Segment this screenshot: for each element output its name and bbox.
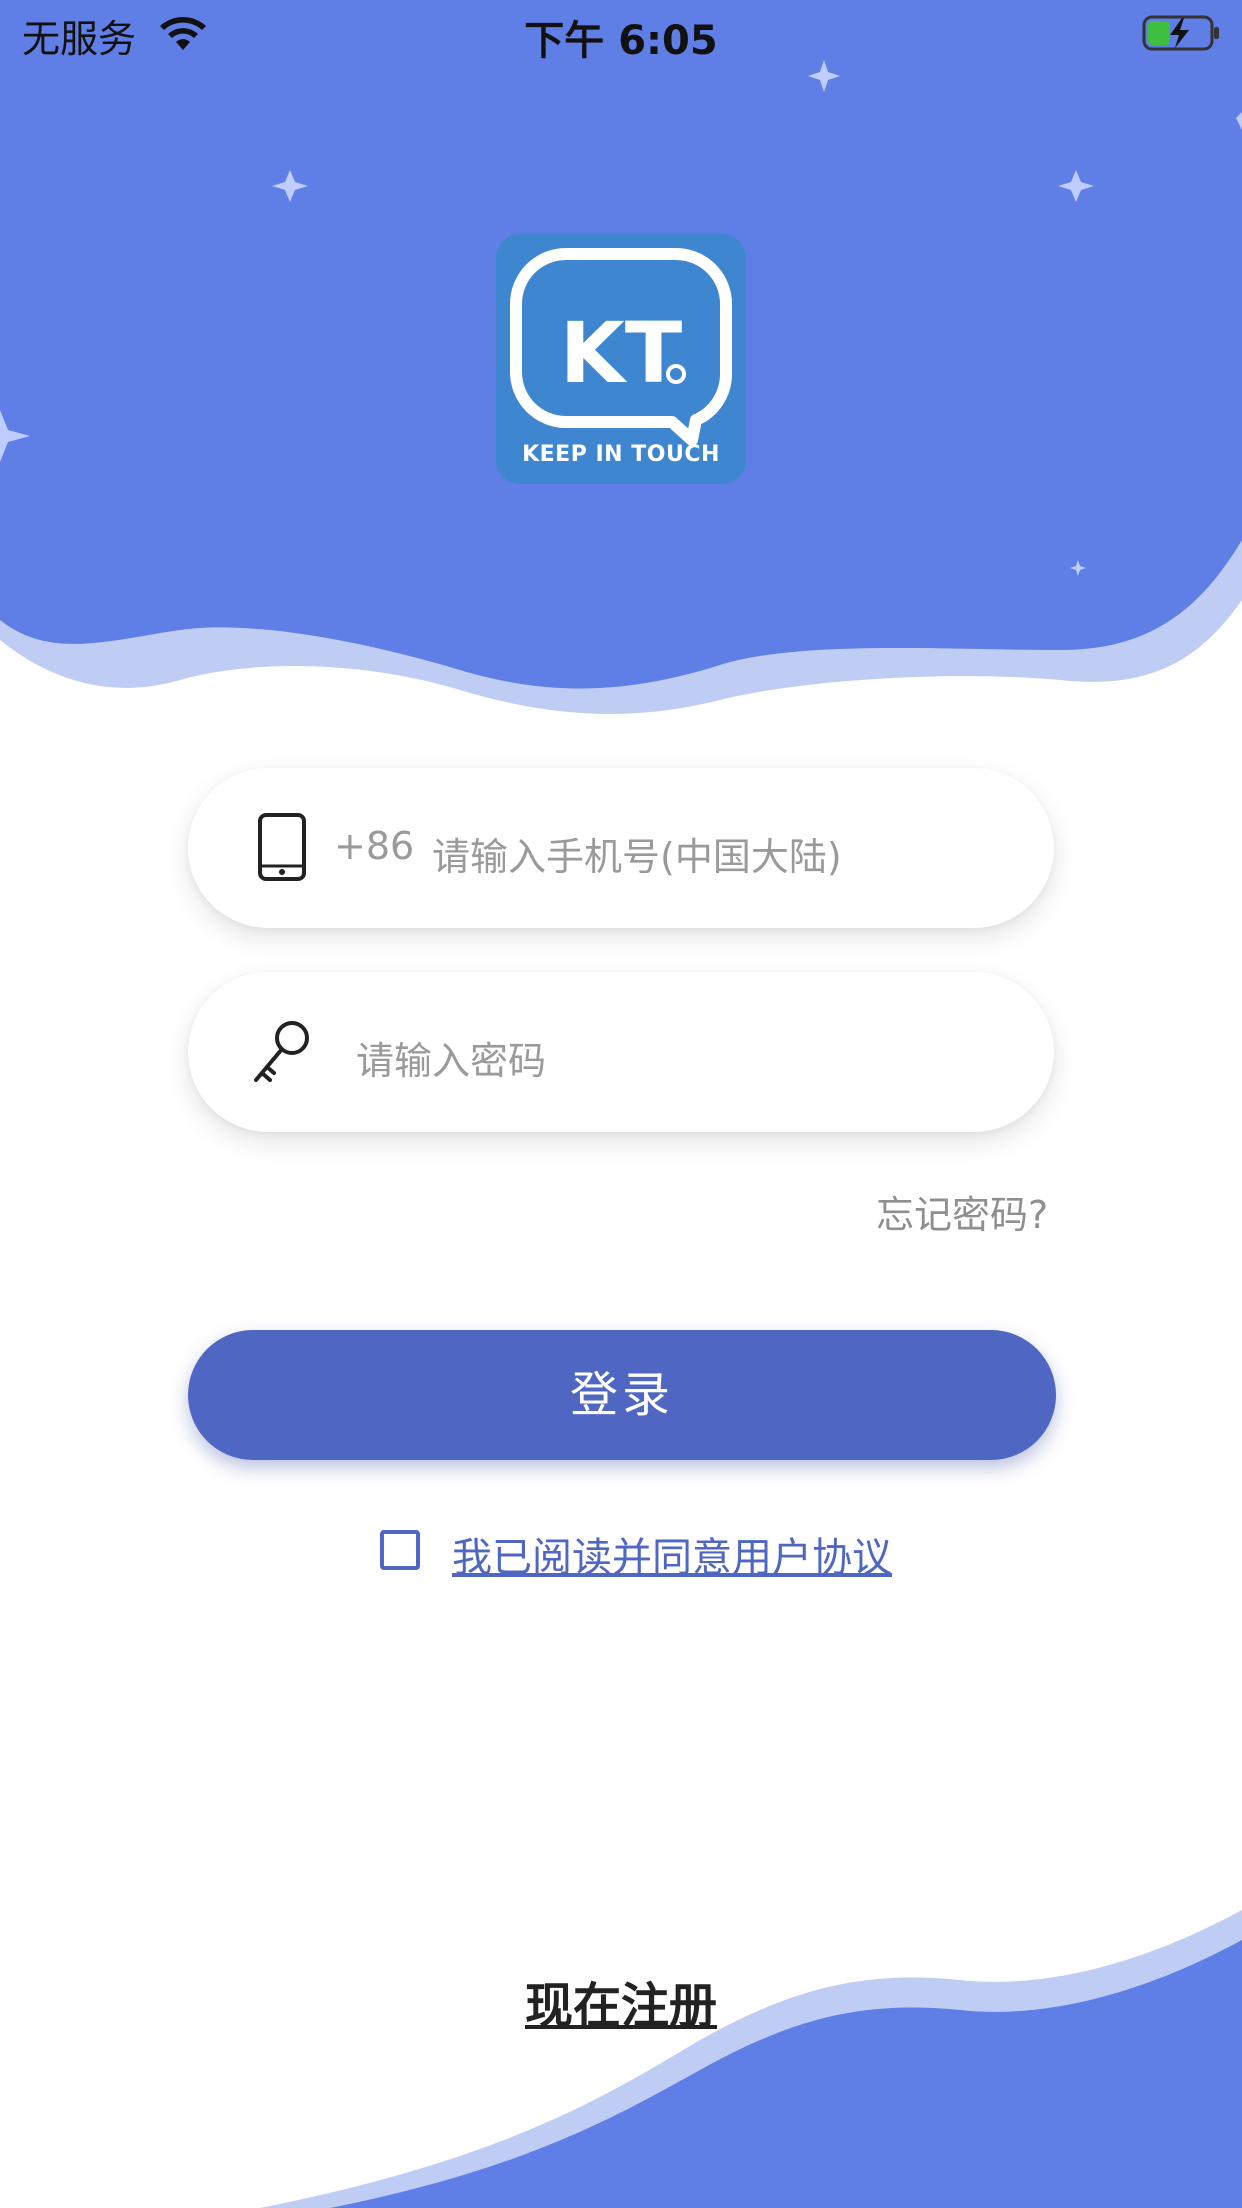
agreement-checkbox[interactable] — [380, 1530, 420, 1570]
login-button[interactable]: 登录 — [188, 1330, 1056, 1460]
svg-text:KT: KT — [560, 304, 682, 402]
battery-charging-icon — [1142, 15, 1219, 51]
clock: 下午 6:05 — [524, 18, 718, 64]
password-input[interactable]: 请输入密码 — [356, 1030, 546, 1085]
user-agreement-link[interactable]: 我已阅读并同意用户协议 — [452, 1525, 892, 1583]
key-icon — [254, 1021, 309, 1082]
password-field[interactable]: 请输入密码 — [188, 972, 1054, 1132]
logo-caption: KEEP IN TOUCH — [522, 442, 720, 467]
phone-icon — [258, 813, 306, 881]
forgot-password-link[interactable]: 忘记密码? — [876, 1184, 1048, 1239]
phone-input[interactable]: 请输入手机号(中国大陆) — [432, 826, 842, 881]
footer-wave-background — [260, 1910, 1242, 2208]
status-bar: 无服务 下午 6:05 — [0, 0, 1242, 70]
app-logo: KT KEEP IN TOUCH — [496, 234, 746, 484]
register-link[interactable]: 现在注册 — [0, 1966, 1242, 2036]
country-code[interactable]: +86 — [334, 824, 414, 868]
phone-field[interactable]: +86 请输入手机号(中国大陆) — [188, 768, 1054, 928]
